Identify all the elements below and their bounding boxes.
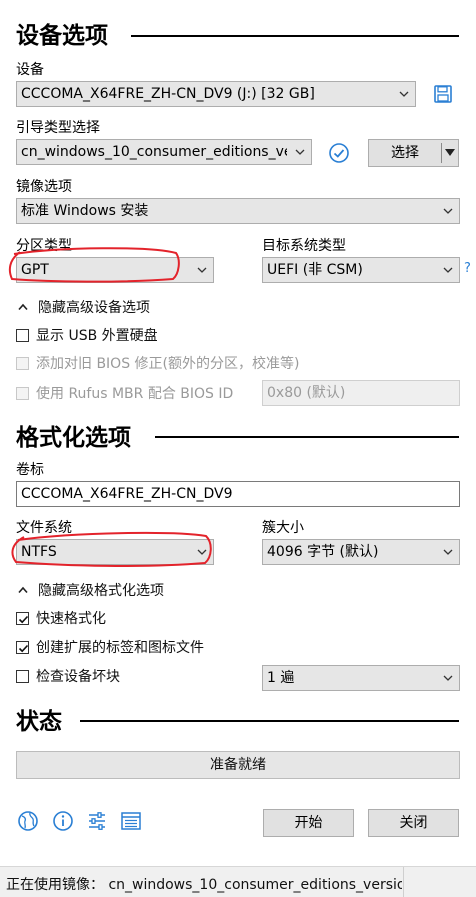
device-label: 设备 <box>16 62 44 78</box>
chevron-up-icon <box>18 303 28 311</box>
toggle-advanced-device[interactable]: 隐藏高级设备选项 <box>18 297 150 317</box>
globe-icon[interactable] <box>17 810 39 832</box>
check-bad-blocks-checkbox[interactable]: 检查设备坏块 <box>16 666 120 686</box>
save-icon[interactable] <box>433 84 453 104</box>
device-section-title: 设备选项 <box>16 23 108 49</box>
rufus-mbr-checkbox[interactable]: 使用 Rufus MBR 配合 BIOS ID <box>16 383 233 403</box>
bios-fix-label: 添加对旧 BIOS 修正(额外的分区，校准等) <box>36 356 300 372</box>
rufus-mbr-label: 使用 Rufus MBR 配合 BIOS ID <box>36 386 234 402</box>
usb-hdd-checkbox[interactable]: 显示 USB 外置硬盘 <box>16 325 158 345</box>
target-system-select[interactable]: UEFI (非 CSM) <box>262 257 460 283</box>
section-divider <box>131 35 459 37</box>
info-icon[interactable] <box>52 810 74 832</box>
boot-type-value: cn_windows_10_consumer_editions_versio <box>21 144 287 160</box>
quick-format-checkbox[interactable]: 快速格式化 <box>16 608 106 628</box>
select-image-button[interactable]: 选择 <box>368 139 459 167</box>
chevron-down-icon <box>443 549 453 555</box>
cluster-size-value: 4096 字节 (默认) <box>267 544 379 560</box>
chevron-up-icon <box>18 586 28 594</box>
volume-label-input[interactable]: CCCOMA_X64FRE_ZH-CN_DV9 <box>16 481 460 507</box>
split-dropdown-icon[interactable] <box>445 149 455 157</box>
chevron-down-icon <box>399 91 409 97</box>
toggle-advanced-format[interactable]: 隐藏高级格式化选项 <box>18 580 164 600</box>
chevron-down-icon <box>443 208 453 214</box>
progress-bar: 准备就绪 <box>16 751 460 779</box>
partition-type-label: 分区类型 <box>16 238 72 254</box>
status-bar-divider <box>403 867 404 897</box>
check-bad-blocks-label: 检查设备坏块 <box>36 669 120 685</box>
image-option-value: 标准 Windows 安装 <box>21 203 149 219</box>
toggle-advanced-device-label: 隐藏高级设备选项 <box>38 300 150 316</box>
chevron-down-icon <box>443 675 453 681</box>
check-verify-icon[interactable] <box>328 142 350 164</box>
help-icon[interactable]: ? <box>464 261 471 276</box>
usb-hdd-box[interactable] <box>16 328 29 342</box>
chevron-down-icon <box>295 149 305 155</box>
rufus-mbr-box[interactable] <box>16 386 29 400</box>
device-select-value: CCCOMA_X64FRE_ZH-CN_DV9 (J:) [32 GB] <box>21 86 315 102</box>
target-system-value: UEFI (非 CSM) <box>267 262 363 278</box>
passes-value: 1 遍 <box>267 670 295 686</box>
cluster-size-select[interactable]: 4096 字节 (默认) <box>262 539 460 565</box>
status-bar: 正在使用镜像： cn_windows_10_consumer_editions_… <box>0 866 476 897</box>
close-button[interactable]: 关闭 <box>368 809 459 837</box>
quick-format-box[interactable] <box>16 611 29 625</box>
image-option-label: 镜像选项 <box>16 179 72 195</box>
split-divider <box>441 143 442 163</box>
settings-sliders-icon[interactable] <box>86 810 108 832</box>
extended-label-label: 创建扩展的标签和图标文件 <box>36 640 204 656</box>
check-bad-blocks-box[interactable] <box>16 669 29 683</box>
partition-type-select[interactable]: GPT <box>16 257 214 283</box>
boot-type-select[interactable]: cn_windows_10_consumer_editions_versio <box>16 139 312 165</box>
bios-id-select[interactable]: 0x80 (默认) <box>262 380 460 406</box>
chevron-down-icon <box>443 267 453 273</box>
progress-text: 准备就绪 <box>210 757 266 773</box>
select-button-label: 选择 <box>391 145 419 161</box>
image-option-select[interactable]: 标准 Windows 安装 <box>16 198 460 224</box>
chevron-down-icon <box>197 549 207 555</box>
toggle-advanced-format-label: 隐藏高级格式化选项 <box>38 583 164 599</box>
extended-label-box[interactable] <box>16 640 29 654</box>
start-button[interactable]: 开始 <box>263 809 354 837</box>
bios-fix-checkbox[interactable]: 添加对旧 BIOS 修正(额外的分区，校准等) <box>16 353 299 373</box>
status-section-title: 状态 <box>16 709 62 735</box>
section-divider <box>80 720 459 722</box>
filesystem-value: NTFS <box>21 544 57 560</box>
bios-fix-box[interactable] <box>16 356 29 370</box>
cluster-size-label: 簇大小 <box>262 520 304 536</box>
check-icon <box>18 644 29 652</box>
status-bar-text: 正在使用镜像： cn_windows_10_consumer_editions_… <box>6 877 402 893</box>
format-section-title: 格式化选项 <box>16 425 131 451</box>
filesystem-label: 文件系统 <box>16 520 72 536</box>
partition-type-value: GPT <box>21 262 49 278</box>
bios-id-value: 0x80 (默认) <box>267 385 346 401</box>
quick-format-label: 快速格式化 <box>36 611 106 627</box>
device-select[interactable]: CCCOMA_X64FRE_ZH-CN_DV9 (J:) [32 GB] <box>16 81 416 107</box>
log-icon[interactable] <box>120 810 142 832</box>
check-icon <box>18 615 29 623</box>
usb-hdd-label: 显示 USB 外置硬盘 <box>36 328 158 344</box>
filesystem-select[interactable]: NTFS <box>16 539 214 565</box>
boot-type-label: 引导类型选择 <box>16 120 100 136</box>
extended-label-checkbox[interactable]: 创建扩展的标签和图标文件 <box>16 637 204 657</box>
chevron-down-icon <box>197 267 207 273</box>
target-system-label: 目标系统类型 <box>262 238 346 254</box>
section-divider <box>155 436 459 438</box>
volume-label-caption: 卷标 <box>16 462 44 478</box>
passes-select[interactable]: 1 遍 <box>262 665 460 691</box>
